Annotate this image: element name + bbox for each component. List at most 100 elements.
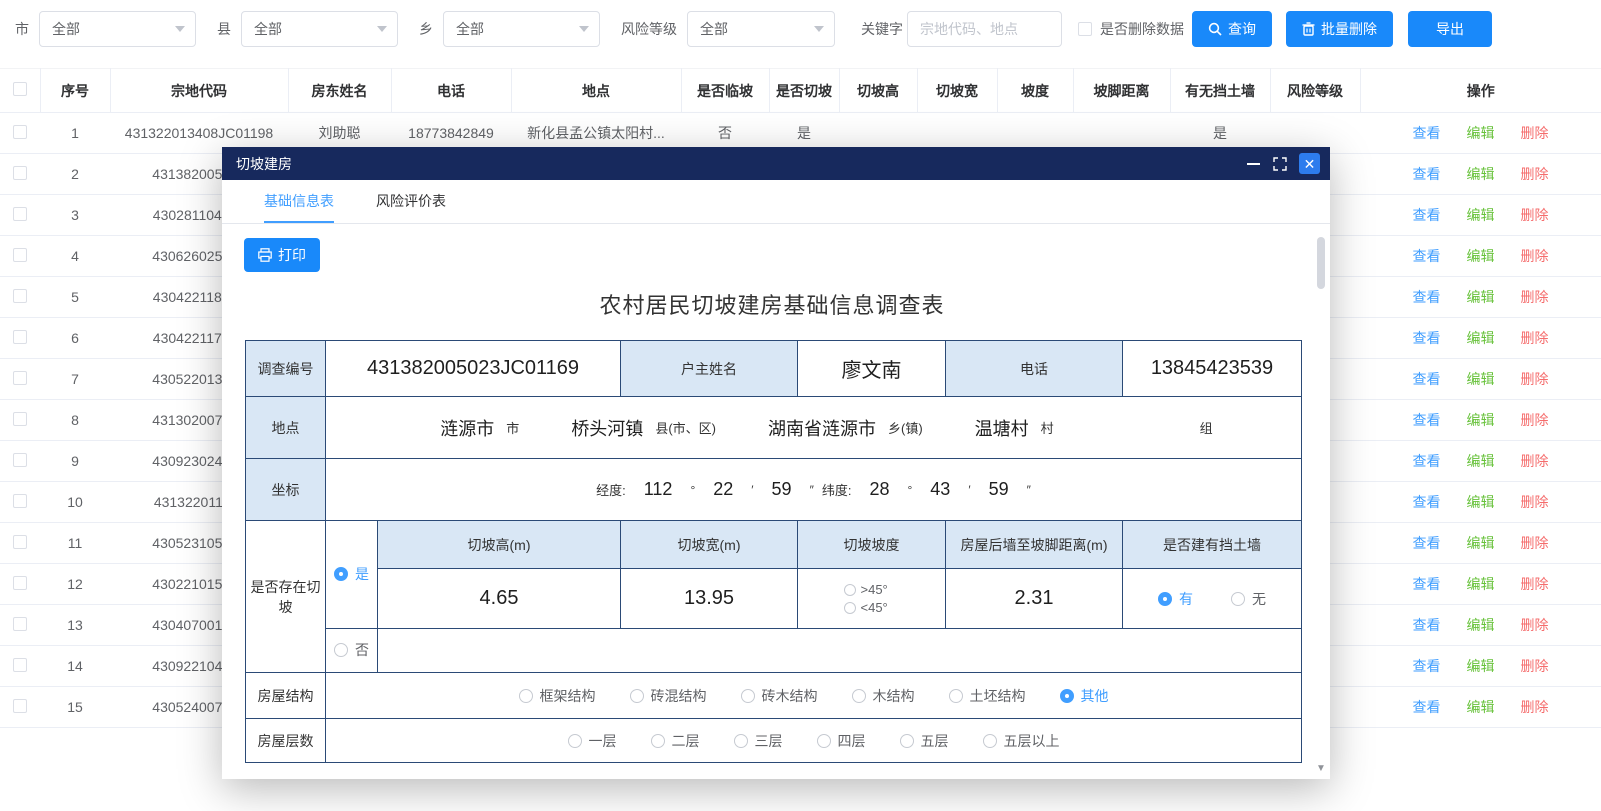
- tab-risk-evaluation[interactable]: 风险评价表: [376, 180, 446, 223]
- cut-slope-no-radio[interactable]: 否: [334, 640, 369, 660]
- view-link[interactable]: 查看: [1413, 164, 1441, 184]
- edit-link[interactable]: 编辑: [1467, 697, 1495, 717]
- wall-yes-radio[interactable]: 有: [1158, 589, 1193, 609]
- view-link[interactable]: 查看: [1413, 369, 1441, 389]
- view-link[interactable]: 查看: [1413, 205, 1441, 225]
- delete-link[interactable]: 删除: [1521, 451, 1549, 471]
- county-select[interactable]: 全部: [241, 11, 398, 47]
- row-checkbox[interactable]: [13, 289, 27, 303]
- minute-symbol: ′: [751, 483, 753, 497]
- edit-link[interactable]: 编辑: [1467, 328, 1495, 348]
- radio-option[interactable]: 框架结构: [519, 686, 596, 706]
- tab-basic-info[interactable]: 基础信息表: [264, 180, 334, 223]
- delete-link[interactable]: 删除: [1521, 205, 1549, 225]
- select-all-checkbox[interactable]: [13, 82, 27, 96]
- slope-gt45-radio[interactable]: >45°: [844, 582, 900, 597]
- edit-link[interactable]: 编辑: [1467, 574, 1495, 594]
- cut-slope-yes-radio[interactable]: 是: [334, 564, 369, 584]
- modal-scrollbar[interactable]: ▼: [1315, 229, 1327, 775]
- row-checkbox[interactable]: [13, 248, 27, 262]
- radio-option[interactable]: 土坯结构: [949, 686, 1026, 706]
- edit-link[interactable]: 编辑: [1467, 410, 1495, 430]
- radio-option[interactable]: 一层: [568, 731, 617, 751]
- delete-link[interactable]: 删除: [1521, 123, 1549, 143]
- delete-link[interactable]: 删除: [1521, 369, 1549, 389]
- chevron-down-icon[interactable]: ▼: [1315, 763, 1327, 775]
- view-link[interactable]: 查看: [1413, 410, 1441, 430]
- print-button[interactable]: 打印: [244, 238, 320, 272]
- view-link[interactable]: 查看: [1413, 574, 1441, 594]
- slope-lt45-radio[interactable]: <45°: [844, 600, 900, 615]
- edit-link[interactable]: 编辑: [1467, 615, 1495, 635]
- edit-link[interactable]: 编辑: [1467, 246, 1495, 266]
- township-select[interactable]: 全部: [443, 11, 600, 47]
- edit-link[interactable]: 编辑: [1467, 164, 1495, 184]
- row-checkbox[interactable]: [13, 166, 27, 180]
- delete-link[interactable]: 删除: [1521, 164, 1549, 184]
- delete-link[interactable]: 删除: [1521, 287, 1549, 307]
- radio-option[interactable]: 其他: [1060, 686, 1109, 706]
- row-checkbox[interactable]: [13, 330, 27, 344]
- view-link[interactable]: 查看: [1413, 656, 1441, 676]
- row-checkbox[interactable]: [13, 453, 27, 467]
- view-link[interactable]: 查看: [1413, 533, 1441, 553]
- delete-link[interactable]: 删除: [1521, 656, 1549, 676]
- delete-link[interactable]: 删除: [1521, 533, 1549, 553]
- delete-link[interactable]: 删除: [1521, 492, 1549, 512]
- edit-link[interactable]: 编辑: [1467, 205, 1495, 225]
- view-link[interactable]: 查看: [1413, 492, 1441, 512]
- row-checkbox[interactable]: [13, 371, 27, 385]
- delete-link[interactable]: 删除: [1521, 697, 1549, 717]
- modal-title-bar[interactable]: 切坡建房 ✕: [222, 147, 1330, 180]
- risk-level-select[interactable]: 全部: [687, 11, 835, 47]
- keyword-input[interactable]: [907, 11, 1062, 47]
- radio-option[interactable]: 二层: [651, 731, 700, 751]
- delete-link[interactable]: 删除: [1521, 328, 1549, 348]
- edit-link[interactable]: 编辑: [1467, 533, 1495, 553]
- export-button[interactable]: 导出: [1408, 11, 1492, 47]
- row-checkbox[interactable]: [13, 125, 27, 139]
- radio-option[interactable]: 砖木结构: [741, 686, 818, 706]
- delete-link[interactable]: 删除: [1521, 574, 1549, 594]
- city-select[interactable]: 全部: [39, 11, 196, 47]
- minimize-button[interactable]: [1245, 156, 1261, 172]
- view-link[interactable]: 查看: [1413, 615, 1441, 635]
- maximize-button[interactable]: [1273, 157, 1287, 171]
- view-link[interactable]: 查看: [1413, 697, 1441, 717]
- radio-option[interactable]: 四层: [817, 731, 866, 751]
- row-checkbox[interactable]: [13, 658, 27, 672]
- delete-link[interactable]: 删除: [1521, 615, 1549, 635]
- batch-delete-button[interactable]: 批量删除: [1286, 11, 1393, 47]
- edit-link[interactable]: 编辑: [1467, 287, 1495, 307]
- radio-option[interactable]: 五层以上: [983, 731, 1060, 751]
- city-filter-label: 市: [15, 19, 29, 39]
- view-link[interactable]: 查看: [1413, 123, 1441, 143]
- radio-option[interactable]: 砖混结构: [630, 686, 707, 706]
- query-button[interactable]: 查询: [1192, 11, 1272, 47]
- delete-link[interactable]: 删除: [1521, 410, 1549, 430]
- view-link[interactable]: 查看: [1413, 287, 1441, 307]
- radio-option[interactable]: 木结构: [852, 686, 915, 706]
- row-checkbox[interactable]: [13, 494, 27, 508]
- radio-option[interactable]: 五层: [900, 731, 949, 751]
- view-link[interactable]: 查看: [1413, 328, 1441, 348]
- row-checkbox[interactable]: [13, 412, 27, 426]
- row-checkbox[interactable]: [13, 576, 27, 590]
- view-link[interactable]: 查看: [1413, 246, 1441, 266]
- edit-link[interactable]: 编辑: [1467, 451, 1495, 471]
- edit-link[interactable]: 编辑: [1467, 656, 1495, 676]
- delete-data-checkbox[interactable]: [1078, 22, 1092, 36]
- row-checkbox[interactable]: [13, 207, 27, 221]
- row-checkbox[interactable]: [13, 535, 27, 549]
- scrollbar-thumb[interactable]: [1317, 237, 1325, 289]
- wall-no-radio[interactable]: 无: [1231, 589, 1266, 609]
- close-button[interactable]: ✕: [1299, 153, 1320, 174]
- radio-option[interactable]: 三层: [734, 731, 783, 751]
- row-checkbox[interactable]: [13, 617, 27, 631]
- edit-link[interactable]: 编辑: [1467, 123, 1495, 143]
- edit-link[interactable]: 编辑: [1467, 492, 1495, 512]
- view-link[interactable]: 查看: [1413, 451, 1441, 471]
- delete-link[interactable]: 删除: [1521, 246, 1549, 266]
- row-checkbox[interactable]: [13, 699, 27, 713]
- edit-link[interactable]: 编辑: [1467, 369, 1495, 389]
